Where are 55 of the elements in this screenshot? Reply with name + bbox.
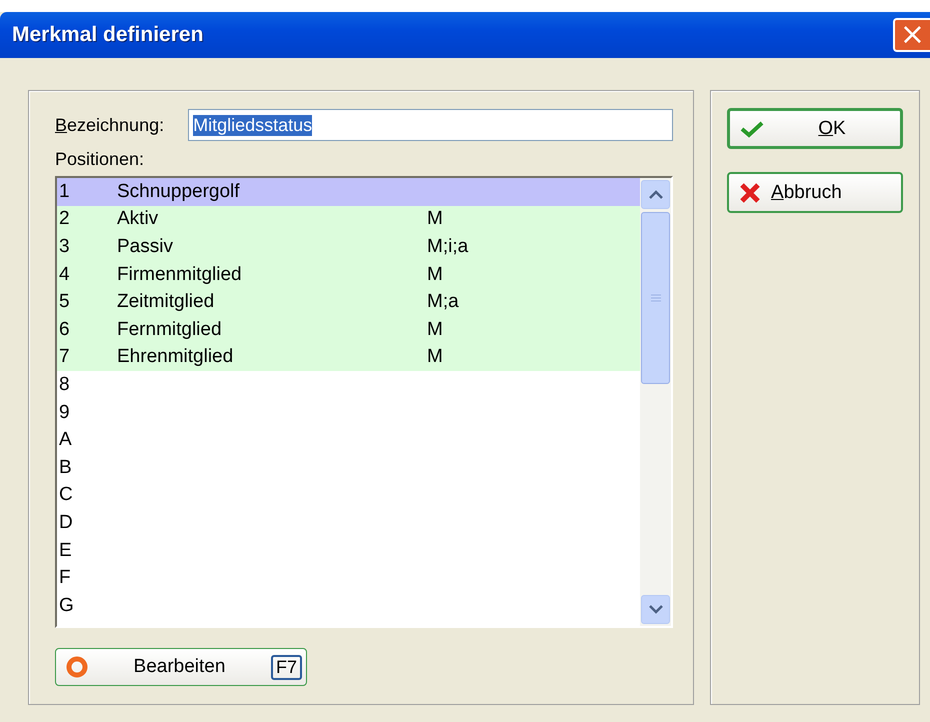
- list-row[interactable]: 3 Passiv M;i;a: [57, 233, 640, 261]
- row-name: Firmenmitglied: [117, 264, 243, 286]
- row-code: M: [427, 264, 444, 286]
- up-chevron-icon: [648, 190, 662, 199]
- scrollbar[interactable]: [640, 178, 671, 626]
- row-name: Passiv: [117, 236, 174, 258]
- down-chevron-icon: [648, 605, 662, 614]
- row-key: 6: [59, 318, 117, 341]
- row-code: M: [427, 346, 444, 368]
- list-row[interactable]: 4 Firmenmitglied M: [57, 260, 640, 288]
- scroll-up-button[interactable]: [641, 180, 670, 209]
- row-code: M: [427, 318, 444, 341]
- row-key: 3: [59, 236, 117, 258]
- row-name: Aktiv: [117, 208, 160, 230]
- scroll-thumb[interactable]: [641, 212, 670, 384]
- row-name: Zeitmitglied: [117, 291, 216, 314]
- row-key: 1: [59, 180, 117, 203]
- list-row[interactable]: 6 Fernmitglied M: [57, 316, 640, 344]
- shortcut-key: F7: [270, 654, 302, 680]
- cancel-button[interactable]: Abbruch: [727, 172, 903, 213]
- row-key: 4: [59, 264, 117, 286]
- row-name: Ehrenmitglied: [117, 346, 234, 368]
- list-label: Positionen:: [55, 149, 146, 170]
- edit-button[interactable]: Bearbeiten F7: [55, 648, 307, 686]
- field-label: Bezeichnung:: [55, 114, 164, 136]
- row-code: M;a: [427, 291, 460, 314]
- row-name: Fernmitglied: [117, 318, 223, 341]
- list-row[interactable]: 2 Aktiv M: [57, 206, 640, 234]
- row-key: C: [59, 484, 117, 506]
- row-key: B: [59, 456, 117, 479]
- row-code: M: [427, 208, 444, 230]
- scroll-down-button[interactable]: [641, 595, 670, 624]
- list-row[interactable]: 7 Ehrenmitglied M: [57, 344, 640, 372]
- close-icon: [739, 182, 761, 204]
- close-button[interactable]: ×: [893, 18, 930, 52]
- ring-icon: [66, 656, 88, 678]
- name-field[interactable]: Mitgliedsstatus: [188, 109, 673, 141]
- row-key: G: [59, 594, 117, 617]
- row-name: Schnuppergolf: [117, 180, 241, 203]
- row-key: 2: [59, 208, 117, 230]
- checkmark-icon: [740, 120, 764, 138]
- window-title: Merkmal definieren: [12, 23, 204, 47]
- row-key: E: [59, 540, 117, 562]
- grip-icon: [650, 294, 660, 302]
- row-key: D: [59, 512, 117, 534]
- row-code: M;i;a: [427, 236, 470, 258]
- row-key: 7: [59, 346, 117, 368]
- list-row[interactable]: 5 Zeitmitglied M;a: [57, 288, 640, 316]
- row-key: 5: [59, 291, 117, 314]
- row-key: 8: [59, 374, 117, 396]
- row-key: F: [59, 567, 117, 590]
- row-key: A: [59, 429, 117, 452]
- list-row[interactable]: 1 Schnuppergolf: [57, 178, 640, 206]
- ok-button[interactable]: OK: [727, 108, 903, 149]
- row-key: 9: [59, 402, 117, 424]
